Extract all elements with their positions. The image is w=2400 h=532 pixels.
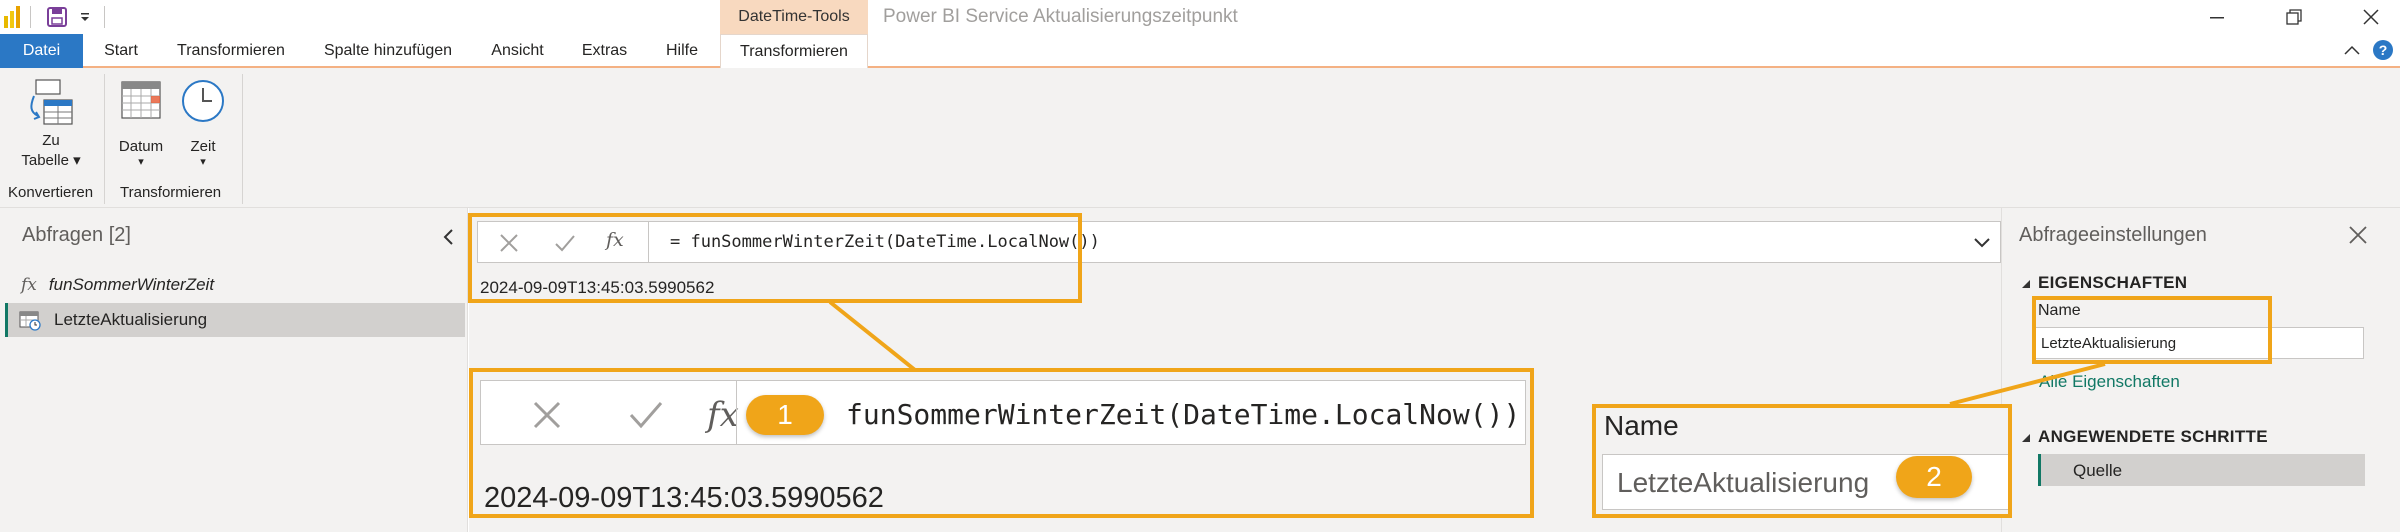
highlight-zoom-formula xyxy=(469,368,1534,518)
highlight-name-box xyxy=(2032,296,2272,364)
highlight-formula-box xyxy=(468,213,1082,303)
highlight-zoom-name xyxy=(1592,404,2012,518)
